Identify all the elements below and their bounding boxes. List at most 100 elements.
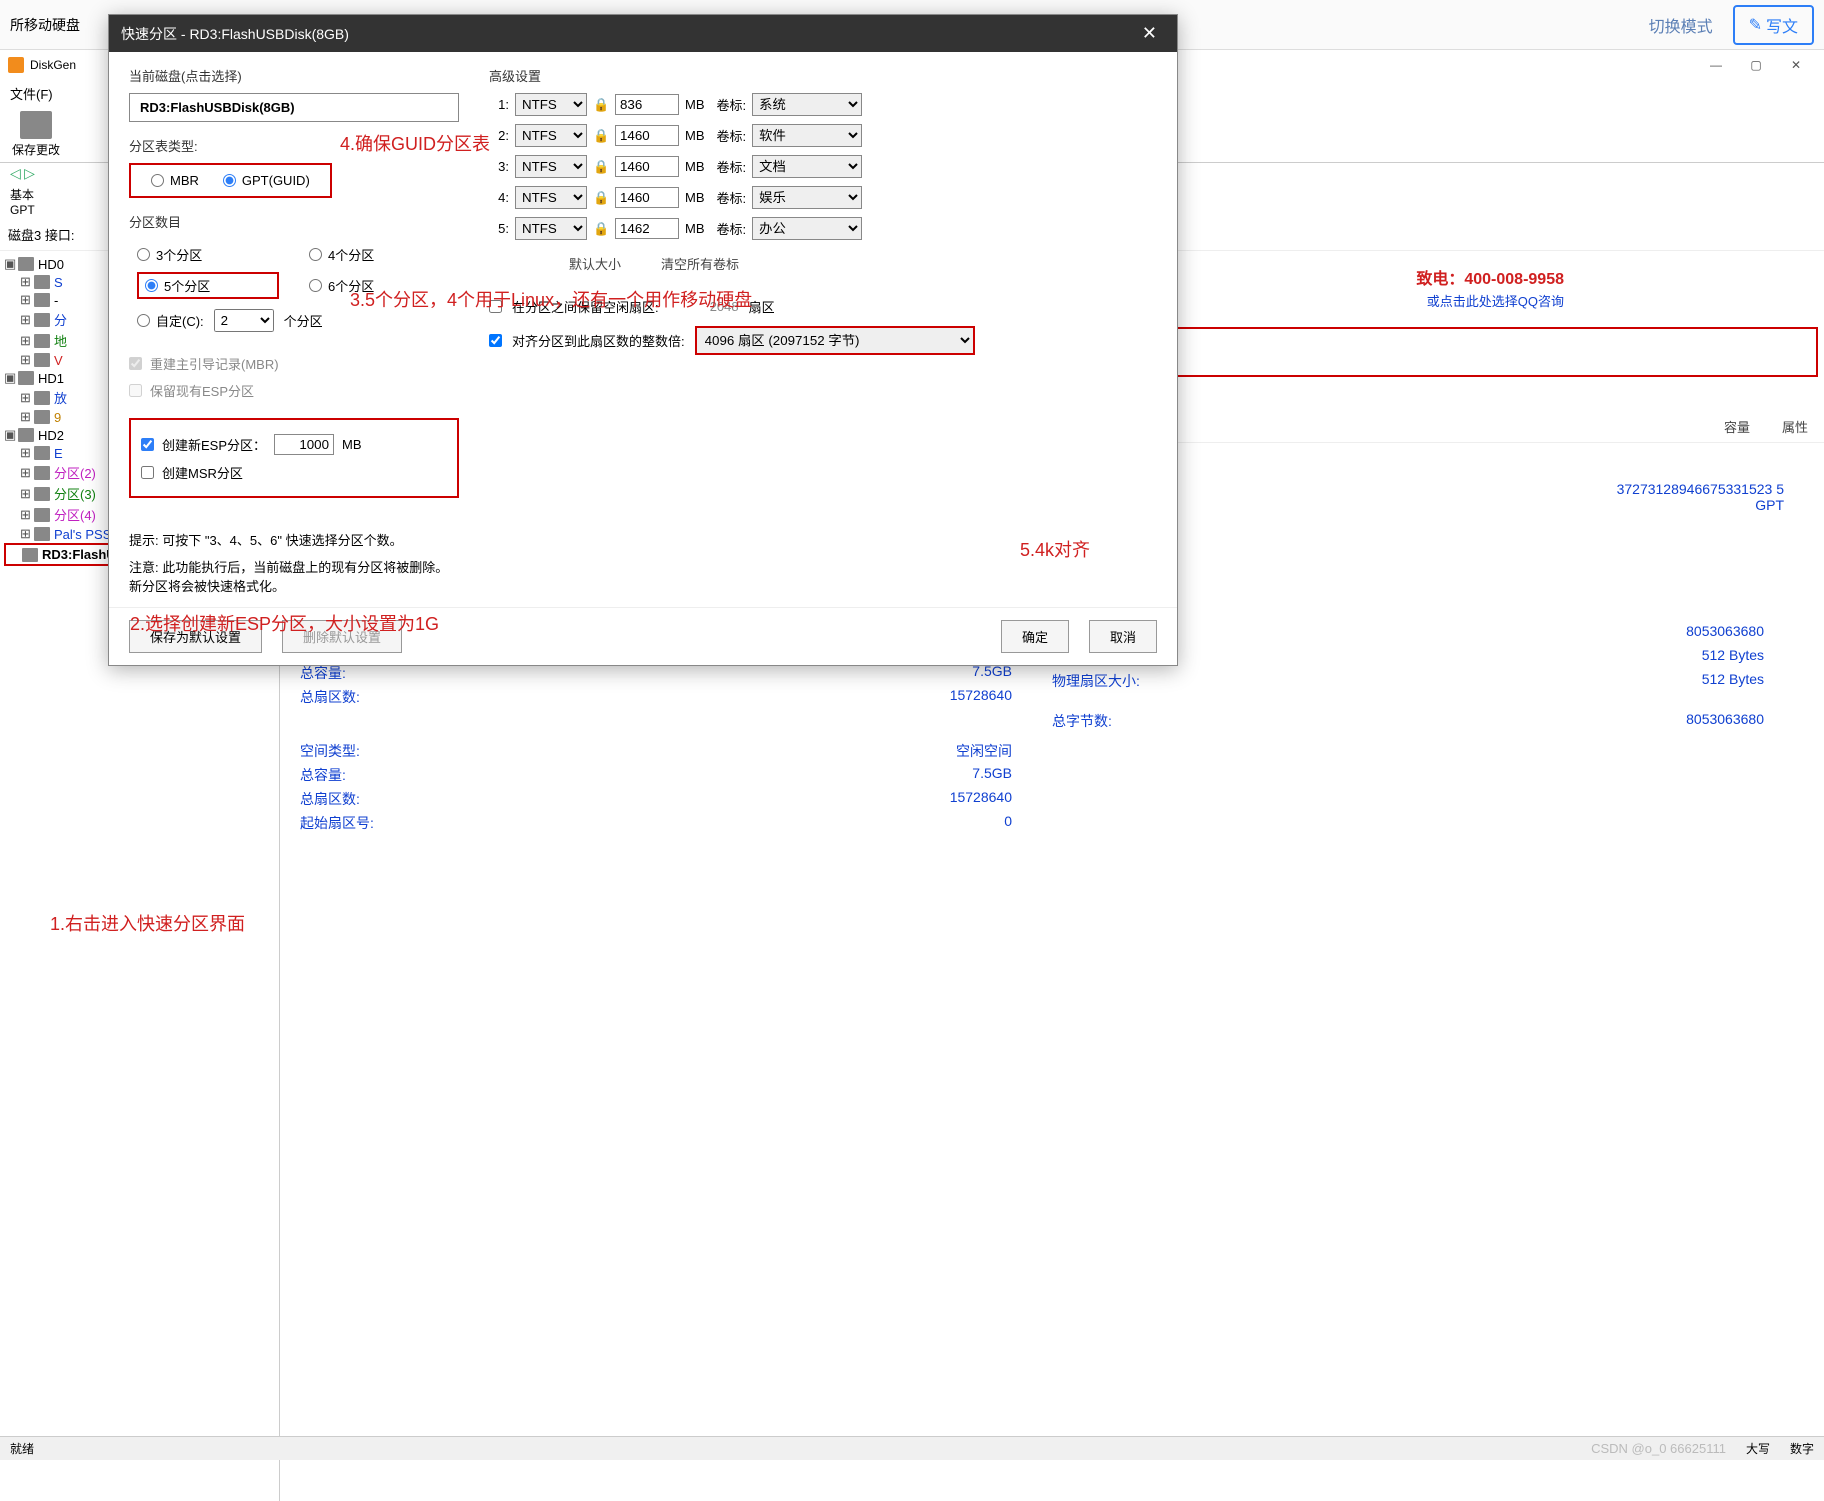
label-select[interactable]: 系统 bbox=[752, 93, 862, 116]
radio-4-parts[interactable]: 4个分区 bbox=[309, 245, 451, 264]
new-msr-label: 创建MSR分区 bbox=[162, 463, 243, 482]
tree-item[interactable]: 分区(4) bbox=[54, 505, 96, 524]
radio-6-parts[interactable]: 6个分区 bbox=[309, 272, 451, 299]
th: 容量 bbox=[1708, 417, 1766, 436]
tree-item[interactable]: 分区(2) bbox=[54, 463, 96, 482]
label-select[interactable]: 办公 bbox=[752, 217, 862, 240]
label-label: 卷标: bbox=[717, 157, 747, 176]
esp-unit: MB bbox=[342, 437, 362, 452]
lock-icon[interactable]: 🔒 bbox=[593, 128, 609, 144]
partition-row: 5:NTFS🔒MB卷标:办公 bbox=[489, 217, 1157, 240]
radio-gpt[interactable]: GPT(GUID) bbox=[223, 173, 310, 188]
mb-label: MB bbox=[685, 97, 705, 112]
radio-5-parts[interactable]: 5个分区 bbox=[145, 276, 271, 295]
label-select[interactable]: 文档 bbox=[752, 155, 862, 178]
switch-mode-link[interactable]: 切换模式 bbox=[1649, 13, 1713, 37]
radio-custom-parts[interactable]: 自定(C): bbox=[137, 311, 204, 330]
tree-hd0[interactable]: HD0 bbox=[38, 257, 64, 272]
cancel-button[interactable]: 取消 bbox=[1089, 620, 1157, 653]
chk-new-msr[interactable] bbox=[141, 466, 154, 479]
ok-button[interactable]: 确定 bbox=[1001, 620, 1069, 653]
dialog-close-button[interactable]: ✕ bbox=[1134, 23, 1165, 44]
guid-line: 37273128946675331523 5 bbox=[1617, 481, 1784, 497]
fs-select[interactable]: NTFS bbox=[515, 124, 587, 147]
partition-row: 4:NTFS🔒MB卷标:娱乐 bbox=[489, 186, 1157, 209]
custom-count-select[interactable]: 2 bbox=[214, 309, 274, 332]
save-default-button[interactable]: 保存为默认设置 bbox=[129, 620, 262, 653]
size-input[interactable] bbox=[615, 187, 679, 208]
menu-file[interactable]: 文件(F) bbox=[10, 84, 53, 103]
tree-item[interactable]: 分 bbox=[54, 310, 67, 329]
count-label: 分区数目 bbox=[129, 212, 459, 231]
label-label: 卷标: bbox=[717, 219, 747, 238]
chk-gap[interactable] bbox=[489, 300, 502, 313]
label-label: 卷标: bbox=[717, 95, 747, 114]
clear-labels-link[interactable]: 清空所有卷标 bbox=[661, 254, 739, 273]
label-select[interactable]: 娱乐 bbox=[752, 186, 862, 209]
fs-select[interactable]: NTFS bbox=[515, 155, 587, 178]
chk-new-esp[interactable] bbox=[141, 438, 154, 451]
disk-guid-info: 37273128946675331523 5 GPT bbox=[1617, 481, 1784, 513]
nav-fwd-icon[interactable]: ▷ bbox=[24, 165, 35, 182]
tree-item[interactable]: 放 bbox=[54, 388, 67, 407]
tree-item[interactable]: 分区(3) bbox=[54, 484, 96, 503]
current-disk-select[interactable]: RD3:FlashUSBDisk(8GB) bbox=[129, 93, 459, 122]
close-button[interactable]: ✕ bbox=[1776, 53, 1816, 77]
default-size-link[interactable]: 默认大小 bbox=[569, 254, 621, 273]
write-button[interactable]: ✎ 写文 bbox=[1733, 5, 1814, 45]
part-num: 1: bbox=[489, 97, 509, 112]
tree-item[interactable]: - bbox=[54, 293, 58, 308]
minimize-button[interactable]: — bbox=[1696, 53, 1736, 77]
lock-icon[interactable]: 🔒 bbox=[593, 221, 609, 237]
size-input[interactable] bbox=[615, 94, 679, 115]
gap-value: 2048 bbox=[669, 299, 739, 314]
status-ready: 就绪 bbox=[10, 1440, 34, 1457]
size-input[interactable] bbox=[615, 218, 679, 239]
label-label: 卷标: bbox=[717, 188, 747, 207]
part-num: 3: bbox=[489, 159, 509, 174]
mb-label: MB bbox=[685, 159, 705, 174]
tree-item[interactable]: 9 bbox=[54, 410, 61, 425]
current-disk-label: 当前磁盘(点击选择) bbox=[129, 66, 459, 85]
tree-item[interactable]: S bbox=[54, 275, 63, 290]
tree-item[interactable]: V bbox=[54, 353, 63, 368]
align-select[interactable]: 4096 扇区 (2097152 字节) bbox=[695, 326, 975, 355]
lock-icon[interactable]: 🔒 bbox=[593, 159, 609, 175]
nav-back-icon[interactable]: ◁ bbox=[10, 165, 21, 182]
label-select[interactable]: 软件 bbox=[752, 124, 862, 147]
tree-hd2[interactable]: HD2 bbox=[38, 428, 64, 443]
status-caps: 大写 bbox=[1746, 1440, 1770, 1457]
mb-label: MB bbox=[685, 221, 705, 236]
hint-1: 提示: 可按下 "3、4、5、6" 快速选择分区个数。 bbox=[129, 528, 459, 551]
hint-2: 注意: 此功能执行后，当前磁盘上的现有分区将被删除。新分区将会被快速格式化。 bbox=[129, 555, 459, 597]
save-changes-button[interactable]: 保存更改 bbox=[6, 111, 66, 158]
banner-qq[interactable]: 或点击此处选择QQ咨询 bbox=[1427, 291, 1564, 310]
esp-size-input[interactable] bbox=[274, 434, 334, 455]
lock-icon[interactable]: 🔒 bbox=[593, 190, 609, 206]
partition-row: 1: NTFS 🔒 MB 卷标: 系统 bbox=[489, 93, 1157, 116]
lock-icon[interactable]: 🔒 bbox=[593, 97, 609, 113]
save-icon bbox=[20, 111, 52, 139]
radio-mbr[interactable]: MBR bbox=[151, 173, 199, 188]
fs-select[interactable]: NTFS bbox=[515, 186, 587, 209]
partition-row: 3: NTFS 🔒 MB 卷标: 文档 bbox=[489, 155, 1157, 178]
fs-select[interactable]: NTFS bbox=[515, 93, 587, 116]
part-num: 2: bbox=[489, 128, 509, 143]
radio-3-parts[interactable]: 3个分区 bbox=[137, 245, 279, 264]
keep-esp-label: 保留现有ESP分区 bbox=[150, 381, 254, 400]
chk-align[interactable] bbox=[489, 334, 502, 347]
watermark: CSDN @o_0 66625111 bbox=[1591, 1441, 1726, 1456]
size-input[interactable] bbox=[615, 125, 679, 146]
esp-box: 创建新ESP分区： MB 创建MSR分区 bbox=[129, 418, 459, 498]
maximize-button[interactable]: ▢ bbox=[1736, 53, 1776, 77]
rebuild-mbr-label: 重建主引导记录(MBR) bbox=[150, 354, 279, 373]
delete-default-button[interactable]: 删除默认设置 bbox=[282, 620, 402, 653]
align-label: 对齐分区到此扇区数的整数倍: bbox=[512, 331, 685, 350]
size-input[interactable] bbox=[615, 156, 679, 177]
tree-item[interactable]: 地 bbox=[54, 331, 67, 350]
tree-hd1[interactable]: HD1 bbox=[38, 371, 64, 386]
gap-label: 在分区之间保留空闲扇区: bbox=[512, 297, 659, 316]
banner-phone: 致电：400-008-9958 bbox=[1416, 265, 1564, 289]
tree-item[interactable]: E bbox=[54, 446, 63, 461]
fs-select[interactable]: NTFS bbox=[515, 217, 587, 240]
